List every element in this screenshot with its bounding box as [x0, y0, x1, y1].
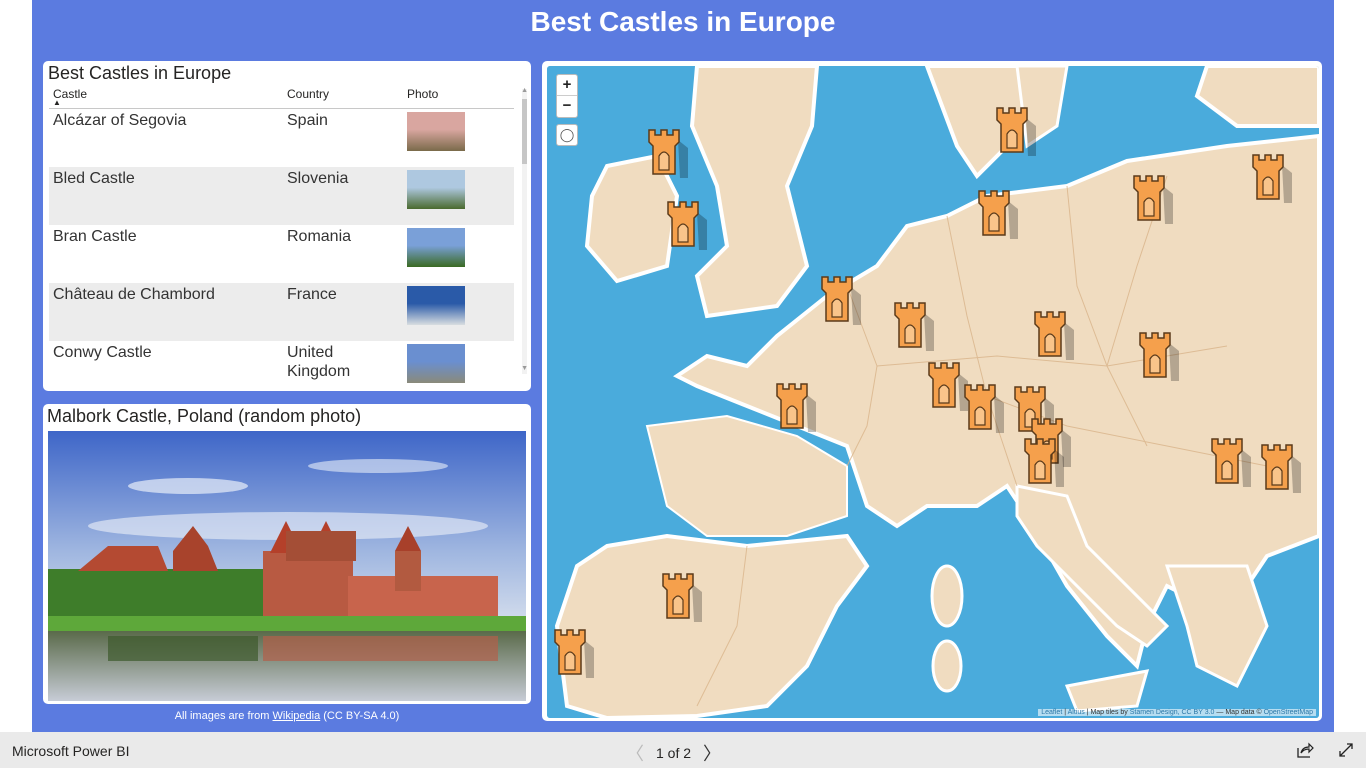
sort-ascending-icon: ▲	[53, 98, 61, 107]
cell-country: Spain	[287, 112, 328, 129]
castle-table: Castle ▲ Country Photo Alcázar of Segovia…	[49, 85, 514, 399]
europe-map[interactable]: + − ◯ Leaflet | Altius | Map tiles by St…	[547, 66, 1319, 718]
cell-country: Slovenia	[287, 170, 349, 187]
wikipedia-link[interactable]: Wikipedia	[273, 710, 321, 722]
cell-castle: Bled Castle	[53, 170, 135, 187]
cell-photo	[403, 167, 514, 225]
map-zoom-control: + −	[556, 74, 578, 118]
report-title: Best Castles in Europe	[530, 6, 836, 37]
castle-photo-thumbnail[interactable]	[407, 228, 465, 267]
share-icon[interactable]	[1296, 741, 1314, 759]
scroll-up-icon[interactable]: ▲	[521, 87, 528, 94]
fullscreen-icon[interactable]	[1337, 741, 1355, 759]
castle-tower-icon[interactable]	[1252, 153, 1292, 203]
castle-tower-icon[interactable]	[964, 383, 1004, 433]
castle-tower-icon[interactable]	[978, 189, 1018, 239]
leaflet-link[interactable]: Leaflet	[1041, 709, 1062, 716]
cell-country: France	[287, 286, 337, 303]
castle-tower-icon[interactable]	[667, 200, 707, 250]
chevron-right-icon[interactable]: 〉	[703, 740, 721, 766]
table-header: Castle ▲ Country Photo	[49, 85, 514, 109]
cell-country: Romania	[287, 228, 352, 245]
cell-country: United Kingdom	[287, 344, 351, 380]
malbork-castle-photo	[48, 431, 526, 701]
page-navigator: 〈 1 of 2 〉	[626, 740, 721, 766]
stamen-link[interactable]: Stamen Design, CC BY 3.0	[1130, 709, 1215, 716]
castle-tower-icon[interactable]	[1133, 174, 1173, 224]
table-row[interactable]: Bran Castle Romania	[49, 225, 514, 283]
table-scrollbar[interactable]	[522, 89, 527, 374]
castle-tower-icon[interactable]	[1034, 310, 1074, 360]
castle-photo-thumbnail[interactable]	[407, 344, 465, 383]
castle-tower-icon[interactable]	[894, 301, 934, 351]
cell-photo	[403, 283, 514, 341]
castle-photo-thumbnail[interactable]	[407, 286, 465, 325]
castle-photo-thumbnail[interactable]	[407, 170, 465, 209]
chevron-left-icon[interactable]: 〈	[626, 740, 644, 766]
castle-tower-icon[interactable]	[648, 128, 688, 178]
cell-castle: Alcázar of Segovia	[53, 112, 187, 129]
castle-tower-icon[interactable]	[928, 361, 968, 411]
photo-title: Malbork Castle, Poland (random photo)	[47, 406, 362, 426]
table-row[interactable]: Château de Chambord France	[49, 283, 514, 341]
column-header-photo[interactable]: Photo	[403, 85, 514, 108]
cell-castle: Conwy Castle	[53, 344, 152, 361]
column-header-castle[interactable]: Castle ▲	[49, 85, 283, 108]
lasso-select-button[interactable]: ◯	[556, 124, 578, 146]
table-title: Best Castles in Europe	[48, 63, 232, 83]
zoom-out-button[interactable]: −	[557, 96, 577, 117]
power-bi-footer-bar: Microsoft Power BI 〈 1 of 2 〉	[0, 732, 1366, 768]
lasso-icon: ◯	[559, 127, 575, 142]
castle-tower-icon[interactable]	[821, 275, 861, 325]
castle-tower-icon[interactable]	[996, 106, 1036, 156]
altius-link[interactable]: Altius	[1068, 709, 1085, 716]
cell-photo	[403, 109, 514, 167]
table-body: Alcázar of Segovia Spain Bled Castle Sloven…	[49, 109, 514, 399]
zoom-in-button[interactable]: +	[557, 75, 577, 96]
cell-photo	[403, 225, 514, 283]
page-indicator: 1 of 2	[656, 745, 692, 761]
castle-tower-icon[interactable]	[776, 382, 816, 432]
report-canvas: Best Castles in Europe Best Castles in E…	[32, 0, 1334, 732]
image-source-footnote: All images are from Wikipedia (CC BY-SA …	[174, 710, 400, 722]
random-photo-visual: Malbork Castle, Poland (random photo)	[43, 404, 531, 704]
scroll-down-icon[interactable]: ▼	[521, 365, 528, 372]
scrollbar-thumb[interactable]	[522, 99, 527, 164]
table-row[interactable]: Conwy Castle United Kingdom	[49, 341, 514, 399]
column-header-country[interactable]: Country	[283, 85, 403, 108]
castle-tower-icon[interactable]	[1211, 437, 1251, 487]
map-attribution: Leaflet | Altius | Map tiles by Stamen D…	[1038, 709, 1316, 716]
table-row[interactable]: Alcázar of Segovia Spain	[49, 109, 514, 167]
cell-photo	[403, 341, 514, 399]
table-row[interactable]: Bled Castle Slovenia	[49, 167, 514, 225]
castle-tower-icon[interactable]	[554, 628, 594, 678]
castle-map-visual: + − ◯ Leaflet | Altius | Map tiles by St…	[542, 61, 1322, 721]
cell-castle: Château de Chambord	[53, 286, 215, 303]
power-bi-brand: Microsoft Power BI	[12, 743, 130, 759]
castle-tower-icon[interactable]	[662, 572, 702, 622]
castle-tower-icon[interactable]	[1261, 443, 1301, 493]
castle-tower-icon[interactable]	[1024, 437, 1064, 487]
castle-table-visual: Best Castles in Europe Castle ▲ Country P…	[43, 61, 531, 391]
castle-photo-thumbnail[interactable]	[407, 112, 465, 151]
openstreetmap-link[interactable]: OpenStreetMap	[1264, 709, 1313, 716]
castle-tower-icon[interactable]	[1139, 331, 1179, 381]
cell-castle: Bran Castle	[53, 228, 137, 245]
